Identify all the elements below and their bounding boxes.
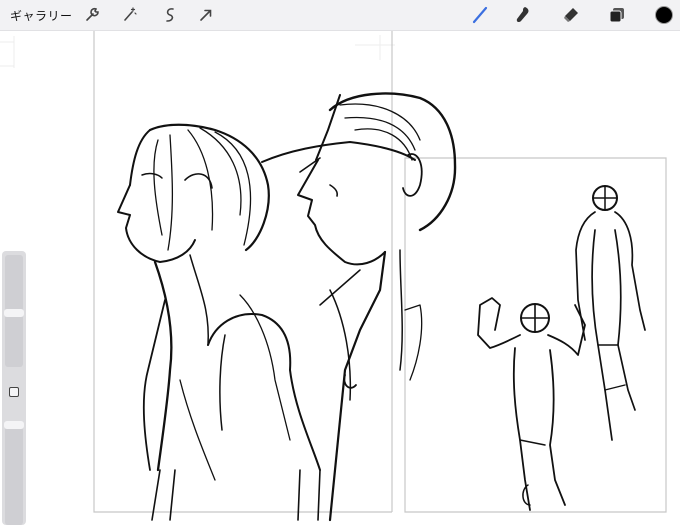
opacity-slider[interactable] (4, 421, 24, 525)
modify-button[interactable] (9, 387, 19, 397)
sketch-figure-small-flexing (477, 297, 586, 511)
selection-icon[interactable] (160, 5, 180, 25)
brush-size-slider-thumb[interactable] (4, 309, 24, 317)
opacity-slider-thumb[interactable] (4, 421, 24, 429)
sketch-artwork (0, 31, 667, 522)
panel-border-right (404, 157, 667, 513)
panel-border-left (93, 31, 393, 513)
side-controls-panel (2, 251, 26, 525)
brush-size-slider[interactable] (4, 255, 24, 367)
top-toolbar: ギャラリー (0, 0, 680, 31)
smudge-icon[interactable] (513, 5, 533, 25)
wrench-icon[interactable] (82, 5, 102, 25)
color-picker-button[interactable] (655, 6, 673, 24)
brush-icon[interactable] (470, 5, 490, 25)
sketch-figure-small-standing (575, 185, 646, 441)
transform-arrow-icon[interactable] (196, 5, 216, 25)
eraser-icon[interactable] (561, 5, 581, 25)
magic-wand-icon[interactable] (119, 5, 139, 25)
sketch-figure-left (117, 123, 321, 521)
layers-icon[interactable] (607, 5, 627, 25)
drawing-canvas[interactable] (0, 31, 680, 525)
gallery-button[interactable]: ギャラリー (10, 7, 73, 24)
